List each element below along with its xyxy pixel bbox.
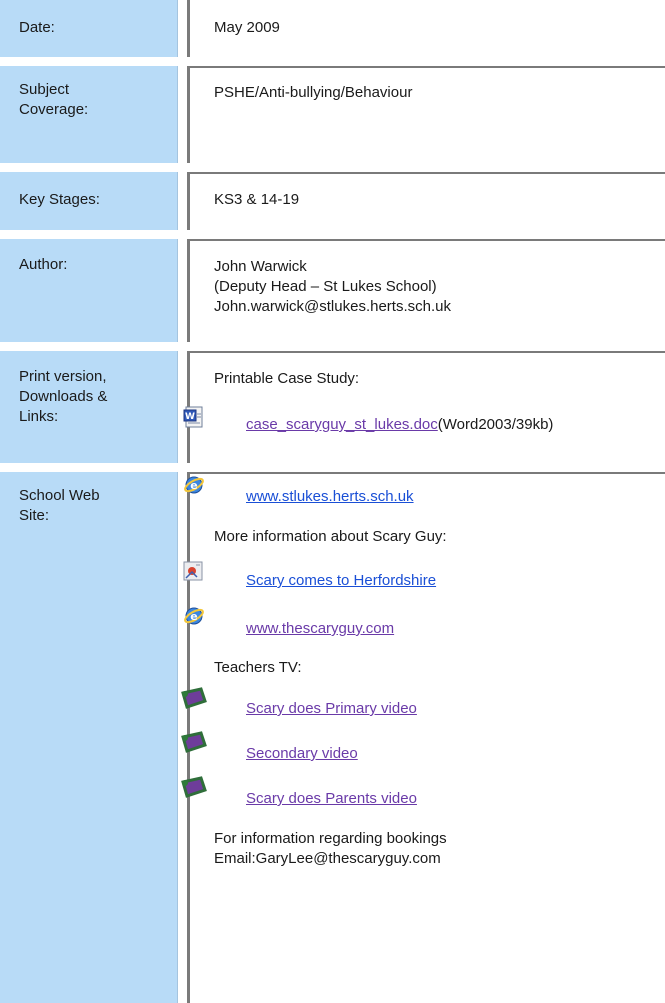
scary-herts-link[interactable]: Scary comes to Herfordshire [246,571,436,591]
value-key-stages: KS3 & 14-19 [214,191,300,208]
value-cell: May 2009 [187,0,665,57]
word-document-icon[interactable]: W [183,406,205,428]
label-key-stages: Key Stages: [19,191,100,208]
doc-download: case_scaryguy_st_lukes.doc(Word2003/39kb… [246,415,553,435]
doc-meta: (Word2003/39kb) [437,416,554,433]
school-website-link[interactable]: www.stlukes.herts.sch.uk [246,487,414,507]
teachers-tv-heading: Teachers TV: [214,659,302,676]
row-separator [0,57,665,66]
label-cell: Author: [0,239,178,342]
internet-explorer-icon[interactable]: e [183,474,205,496]
row-subject: Subject Coverage: PSHE/Anti-bullying/Beh… [0,66,665,163]
row-separator [0,463,665,472]
label-date: Date: [19,19,55,36]
video-primary-link[interactable]: Scary does Primary video [246,699,417,719]
video-tv-icon[interactable] [181,729,207,755]
value-cell: Printable Case Study: W case_scaryguy_st… [183,351,665,463]
label-cell: Key Stages: [0,172,178,230]
label-cell: Subject Coverage: [0,66,178,163]
internet-explorer-icon[interactable]: e [183,605,205,627]
row-separator [0,230,665,239]
row-separator [0,342,665,351]
row-separator [0,163,665,172]
printable-heading: Printable Case Study: [214,370,360,387]
label-cell: Date: [0,0,178,57]
booking-info: For information regarding bookings Email… [214,830,447,867]
value-cell: PSHE/Anti-bullying/Behaviour [187,66,665,163]
svg-text:e: e [190,610,197,623]
video-tv-icon[interactable] [181,685,207,711]
video-parents-link[interactable]: Scary does Parents video [246,789,417,809]
doc-download-link[interactable]: case_scaryguy_st_lukes.doc [246,416,438,433]
row-author: Author: John Warwick (Deputy Head – St L… [0,239,665,342]
svg-text:W: W [185,412,195,422]
video-tv-icon[interactable] [181,774,207,800]
label-print-version: Print version, Downloads & Links: [19,368,108,425]
label-school-web-site: School Web Site: [19,487,100,524]
label-cell: School Web Site: [0,472,178,1003]
news-article-icon[interactable] [182,560,204,582]
label-subject: Subject Coverage: [19,81,89,118]
value-cell: KS3 & 14-19 [187,172,665,230]
row-school-web-site: School Web Site: e www.stlukes.herts.sch… [0,472,665,1003]
value-cell: John Warwick (Deputy Head – St Lukes Sch… [187,239,665,342]
author-details: John Warwick (Deputy Head – St Lukes Sch… [214,258,451,315]
scary-guy-site-link[interactable]: www.thescaryguy.com [246,619,394,639]
row-key-stages: Key Stages: KS3 & 14-19 [0,172,665,230]
case-study-table: Date: May 2009 Subject Coverage: PSHE/An… [0,0,665,1003]
row-date: Date: May 2009 [0,0,665,57]
svg-text:e: e [190,479,197,492]
row-print-version: Print version, Downloads & Links: Printa… [0,351,665,463]
value-subject: PSHE/Anti-bullying/Behaviour [214,84,413,101]
video-secondary-link[interactable]: Secondary video [246,744,358,764]
label-cell: Print version, Downloads & Links: [0,351,178,463]
value-cell: e www.stlukes.herts.sch.uk More informat… [181,472,665,1003]
value-date: May 2009 [214,19,280,36]
more-info-heading: More information about Scary Guy: [214,528,447,545]
label-author: Author: [19,256,68,273]
